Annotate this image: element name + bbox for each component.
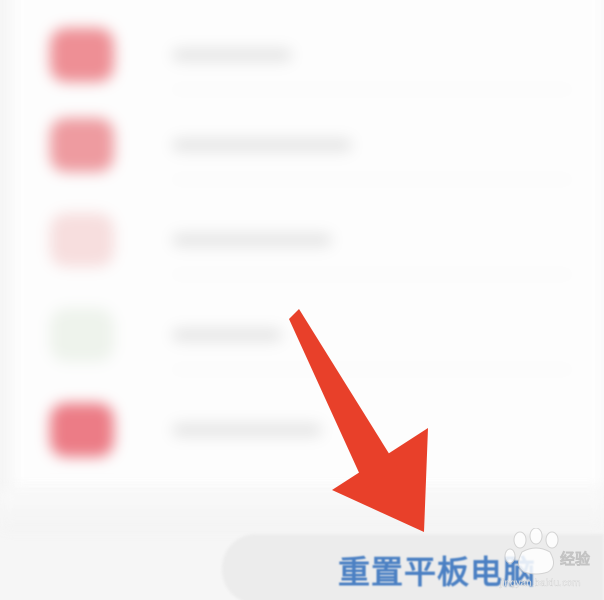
list-item[interactable] — [32, 205, 592, 275]
list-item[interactable] — [32, 395, 592, 465]
list-item-label — [172, 138, 352, 152]
list-item[interactable] — [32, 300, 592, 370]
divider — [172, 89, 572, 90]
reset-tablet-button-label[interactable]: 重置平板电脑 — [338, 547, 536, 593]
setting-icon — [50, 308, 114, 362]
list-item-label — [172, 423, 322, 437]
settings-list — [12, 0, 604, 490]
divider — [172, 369, 572, 370]
setting-icon — [50, 213, 114, 267]
divider — [0, 490, 604, 530]
list-item[interactable] — [32, 110, 592, 180]
list-item-label — [172, 48, 292, 62]
divider — [172, 274, 572, 275]
list-item-label — [172, 233, 332, 247]
list-item-label — [172, 328, 282, 342]
setting-icon — [50, 118, 114, 172]
list-item[interactable] — [32, 20, 592, 90]
setting-icon — [50, 403, 114, 457]
screen: 重置平板电脑 经验 jingyan.baidu.com — [0, 0, 604, 600]
setting-icon — [50, 28, 114, 82]
divider — [172, 179, 572, 180]
